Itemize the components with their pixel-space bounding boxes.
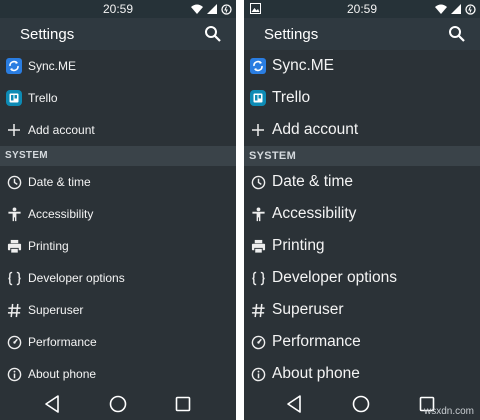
clock-icon bbox=[5, 173, 23, 191]
list-item-label: Superuser bbox=[28, 303, 84, 317]
list-item-add-account[interactable]: Add account bbox=[244, 114, 480, 146]
list-item-date-time[interactable]: Date & time bbox=[244, 166, 480, 198]
list-item-label: Superuser bbox=[272, 301, 344, 318]
trello-app-icon bbox=[5, 89, 23, 107]
settings-screen-left: 20:59 Settings Sync.ME Trello Add accoun… bbox=[0, 0, 236, 420]
braces-icon bbox=[249, 269, 267, 287]
wifi-icon bbox=[435, 4, 447, 14]
plus-icon bbox=[5, 121, 23, 139]
accessibility-icon bbox=[249, 205, 267, 223]
list-item-printing[interactable]: Printing bbox=[244, 230, 480, 262]
info-icon bbox=[249, 365, 267, 383]
list-item-label: About phone bbox=[28, 367, 97, 381]
status-icons bbox=[191, 3, 232, 15]
list-item-sync-me[interactable]: Sync.ME bbox=[244, 50, 480, 82]
search-icon[interactable] bbox=[448, 25, 466, 43]
list-item-about-phone[interactable]: About phone bbox=[0, 358, 236, 390]
wifi-icon bbox=[191, 4, 203, 14]
page-title: Settings bbox=[20, 26, 75, 43]
list-item-label: Add account bbox=[272, 121, 359, 138]
recents-icon[interactable] bbox=[172, 393, 194, 415]
status-bar: 20:59 bbox=[244, 0, 480, 18]
sync-me-app-icon bbox=[5, 57, 23, 75]
page-title: Settings bbox=[264, 26, 319, 43]
list-item-about-phone[interactable]: About phone bbox=[244, 358, 480, 390]
list-item-label: Trello bbox=[272, 89, 311, 106]
list-item-label: Add account bbox=[28, 123, 95, 137]
list-item-accessibility[interactable]: Accessibility bbox=[0, 198, 236, 230]
list-item-label: Developer options bbox=[272, 269, 397, 286]
section-title: SYSTEM bbox=[249, 150, 297, 162]
back-icon[interactable] bbox=[284, 393, 306, 415]
list-item-superuser[interactable]: Superuser bbox=[244, 294, 480, 326]
trello-app-icon bbox=[249, 89, 267, 107]
battery-icon bbox=[465, 3, 476, 15]
navigation-bar bbox=[0, 388, 236, 420]
accessibility-icon bbox=[5, 205, 23, 223]
list-item-add-account[interactable]: Add account bbox=[0, 114, 236, 146]
signal-icon bbox=[207, 4, 217, 14]
list-item-sync-me[interactable]: Sync.ME bbox=[0, 50, 236, 82]
list-item-trello[interactable]: Trello bbox=[244, 82, 480, 114]
list-item-label: Printing bbox=[28, 239, 69, 253]
list-item-superuser[interactable]: Superuser bbox=[0, 294, 236, 326]
list-item-label: Printing bbox=[272, 237, 325, 254]
status-icons bbox=[435, 3, 476, 15]
list-item-printing[interactable]: Printing bbox=[0, 230, 236, 262]
list-item-label: Date & time bbox=[28, 175, 91, 189]
list-item-label: Trello bbox=[28, 91, 58, 105]
list-item-performance[interactable]: Performance bbox=[244, 326, 480, 358]
list-item-label: About phone bbox=[272, 365, 360, 382]
list-item-label: Performance bbox=[28, 335, 97, 349]
list-item-label: Sync.ME bbox=[28, 59, 77, 73]
hash-icon bbox=[249, 301, 267, 319]
list-item-label: Date & time bbox=[272, 173, 353, 190]
list-item-label: Accessibility bbox=[272, 205, 357, 222]
printer-icon bbox=[249, 237, 267, 255]
plus-icon bbox=[249, 121, 267, 139]
list-item-date-time[interactable]: Date & time bbox=[0, 166, 236, 198]
signal-icon bbox=[451, 4, 461, 14]
status-bar: 20:59 bbox=[0, 0, 236, 18]
section-header-system: SYSTEM bbox=[244, 146, 480, 166]
list-item-trello[interactable]: Trello bbox=[0, 82, 236, 114]
back-icon[interactable] bbox=[42, 393, 64, 415]
list-item-performance[interactable]: Performance bbox=[0, 326, 236, 358]
sync-me-app-icon bbox=[249, 57, 267, 75]
gauge-icon bbox=[5, 333, 23, 351]
section-title: SYSTEM bbox=[5, 150, 48, 161]
app-bar: Settings bbox=[244, 18, 480, 50]
app-bar: Settings bbox=[0, 18, 236, 50]
section-header-system: SYSTEM bbox=[0, 146, 236, 166]
gauge-icon bbox=[249, 333, 267, 351]
home-icon[interactable] bbox=[350, 393, 372, 415]
navigation-bar: wsxdn.com bbox=[244, 388, 480, 420]
hash-icon bbox=[5, 301, 23, 319]
list-item-label: Developer options bbox=[28, 271, 125, 285]
home-icon[interactable] bbox=[107, 393, 129, 415]
printer-icon bbox=[5, 237, 23, 255]
settings-screen-right: 20:59 Settings Sync.ME Trello Add accoun… bbox=[244, 0, 480, 420]
clock-icon bbox=[249, 173, 267, 191]
list-item-developer-options[interactable]: Developer options bbox=[244, 262, 480, 294]
braces-icon bbox=[5, 269, 23, 287]
list-item-accessibility[interactable]: Accessibility bbox=[244, 198, 480, 230]
list-item-label: Accessibility bbox=[28, 207, 94, 221]
search-icon[interactable] bbox=[204, 25, 222, 43]
battery-icon bbox=[221, 3, 232, 15]
info-icon bbox=[5, 365, 23, 383]
list-item-label: Performance bbox=[272, 333, 361, 350]
list-item-label: Sync.ME bbox=[272, 57, 335, 74]
list-item-developer-options[interactable]: Developer options bbox=[0, 262, 236, 294]
watermark: wsxdn.com bbox=[423, 406, 474, 417]
